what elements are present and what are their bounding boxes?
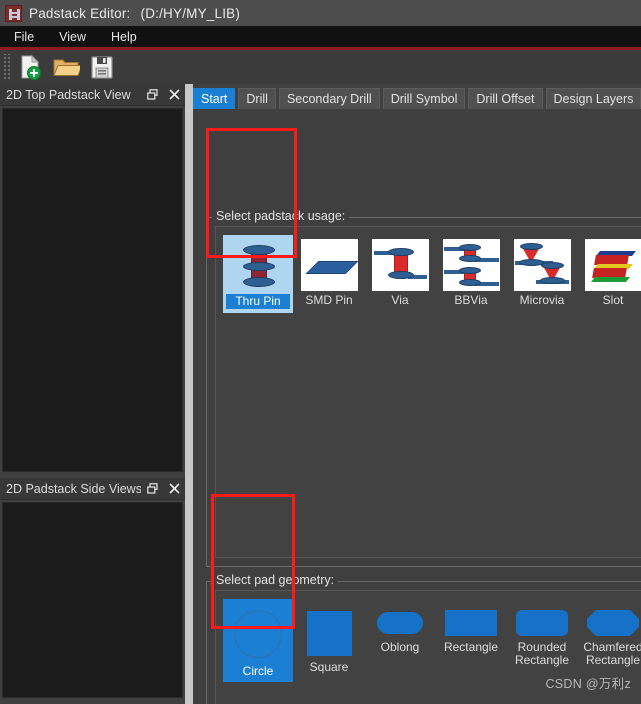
circle-shape-icon <box>234 610 282 658</box>
usage-item-thru-pin[interactable]: Thru Pin <box>223 235 293 313</box>
dock-title-top: 2D Top Padstack View <box>6 87 131 102</box>
dock-canvas-top-view[interactable] <box>2 108 183 472</box>
open-folder-icon <box>53 59 80 76</box>
geometry-item-rounded-rectangle[interactable]: Rounded Rectangle <box>507 599 577 682</box>
dock-2d-padstack-side-views: 2D Padstack Side Views <box>0 478 185 704</box>
save-disk-icon <box>91 56 113 79</box>
tab-drill[interactable]: Drill <box>238 88 276 109</box>
thru-pin-icon <box>229 239 287 291</box>
tab-start[interactable]: Start <box>193 88 236 109</box>
dock-canvas-side-views[interactable] <box>2 502 183 698</box>
rectangle-shape-icon <box>445 610 497 636</box>
geometry-item-chamfered-rectangle[interactable]: Chamfered Rectangle <box>578 599 641 682</box>
pad-geometry-list: Circle Square Oblong Rectangle Rounded R… <box>223 599 641 682</box>
usage-item-smd-pin[interactable]: SMD Pin <box>294 235 364 313</box>
tab-strip: Start Drill Secondary Drill Drill Symbol… <box>193 88 641 110</box>
usage-label-smd-pin: SMD Pin <box>305 293 353 307</box>
menu-view[interactable]: View <box>48 28 97 46</box>
dock-2d-top-padstack-view: 2D Top Padstack View <box>0 84 185 478</box>
dock-float-button-bottom[interactable] <box>141 479 163 499</box>
tab-drill-offset[interactable]: Drill Offset <box>468 88 543 109</box>
save-button[interactable] <box>84 51 120 83</box>
restore-icon <box>146 89 158 100</box>
square-shape-icon <box>306 610 352 656</box>
geometry-item-oblong[interactable]: Oblong <box>365 599 435 682</box>
usage-label-bbvia: BBVia <box>454 293 488 307</box>
geometry-label-rectangle: Rectangle <box>443 640 499 654</box>
menu-bar: File View Help <box>0 26 641 47</box>
title-bar: Padstack Editor: (D:/HY/MY_LIB) <box>0 0 641 26</box>
open-folder-button[interactable] <box>48 51 84 83</box>
slot-icon <box>584 239 641 291</box>
usage-label-slot: Slot <box>602 293 624 307</box>
menu-file[interactable]: File <box>3 28 45 46</box>
close-icon <box>168 483 180 494</box>
toolbar-drag-handle[interactable] <box>2 54 10 80</box>
tab-secondary-drill[interactable]: Secondary Drill <box>278 88 380 109</box>
usage-label-thru-pin: Thru Pin <box>226 294 290 309</box>
dock-float-button-top[interactable] <box>141 85 163 105</box>
restore-icon <box>146 483 158 494</box>
bbvia-icon <box>442 239 500 291</box>
usage-item-bbvia[interactable]: BBVia <box>436 235 506 313</box>
usage-label-via: Via <box>391 293 409 307</box>
usage-item-microvia[interactable]: Microvia <box>507 235 577 313</box>
new-file-button[interactable] <box>12 51 48 83</box>
geometry-item-rectangle[interactable]: Rectangle <box>436 599 506 682</box>
geometry-label-square: Square <box>309 660 349 674</box>
watermark: CSDN @万利z <box>545 677 631 691</box>
window-library-path: (D:/HY/MY_LIB) <box>140 5 241 21</box>
padstack-usage-legend: Select padstack usage: <box>212 209 350 223</box>
dock-title-bar-bottom: 2D Padstack Side Views <box>0 478 185 500</box>
tab-design-layers[interactable]: Design Layers <box>545 88 641 109</box>
window-title: Padstack Editor: <box>29 5 131 21</box>
via-icon <box>371 239 429 291</box>
usage-item-via[interactable]: Via <box>365 235 435 313</box>
menu-help[interactable]: Help <box>100 28 148 46</box>
geometry-label-oblong: Oblong <box>380 640 420 654</box>
geometry-label-rounded-rectangle: Rounded Rectangle <box>514 640 570 667</box>
padstack-editor-window: Padstack Editor: (D:/HY/MY_LIB) File Vie… <box>0 0 641 704</box>
geometry-item-circle[interactable]: Circle <box>223 599 293 682</box>
geometry-label-circle: Circle <box>242 664 274 678</box>
main-content-area: Start Drill Secondary Drill Drill Symbol… <box>193 84 641 704</box>
dock-close-button-top[interactable] <box>163 85 185 105</box>
geometry-item-square[interactable]: Square <box>294 599 364 682</box>
padstack-app-icon <box>5 4 22 22</box>
dock-title-bar-top: 2D Top Padstack View <box>0 84 185 106</box>
rounded-rectangle-shape-icon <box>516 610 568 636</box>
usage-item-slot[interactable]: Slot <box>578 235 641 313</box>
close-icon <box>168 89 180 100</box>
new-file-icon <box>21 54 41 80</box>
usage-label-microvia: Microvia <box>519 293 565 307</box>
dock-title-bottom: 2D Padstack Side Views <box>6 481 142 496</box>
microvia-icon <box>513 239 571 291</box>
chamfered-rectangle-shape-icon <box>587 610 639 636</box>
vertical-splitter[interactable] <box>185 84 193 704</box>
main-toolbar <box>0 50 641 84</box>
dock-close-button-bottom[interactable] <box>163 479 185 499</box>
oblong-shape-icon <box>377 612 423 634</box>
padstack-usage-list: Thru Pin SMD Pin Via BBVia Microvia Slot <box>223 235 641 313</box>
smd-pin-icon <box>300 239 358 291</box>
tab-drill-symbol[interactable]: Drill Symbol <box>382 88 466 109</box>
geometry-label-chamfered-rectangle: Chamfered Rectangle <box>583 640 641 667</box>
pad-geometry-legend: Select pad geometry: <box>212 573 339 587</box>
